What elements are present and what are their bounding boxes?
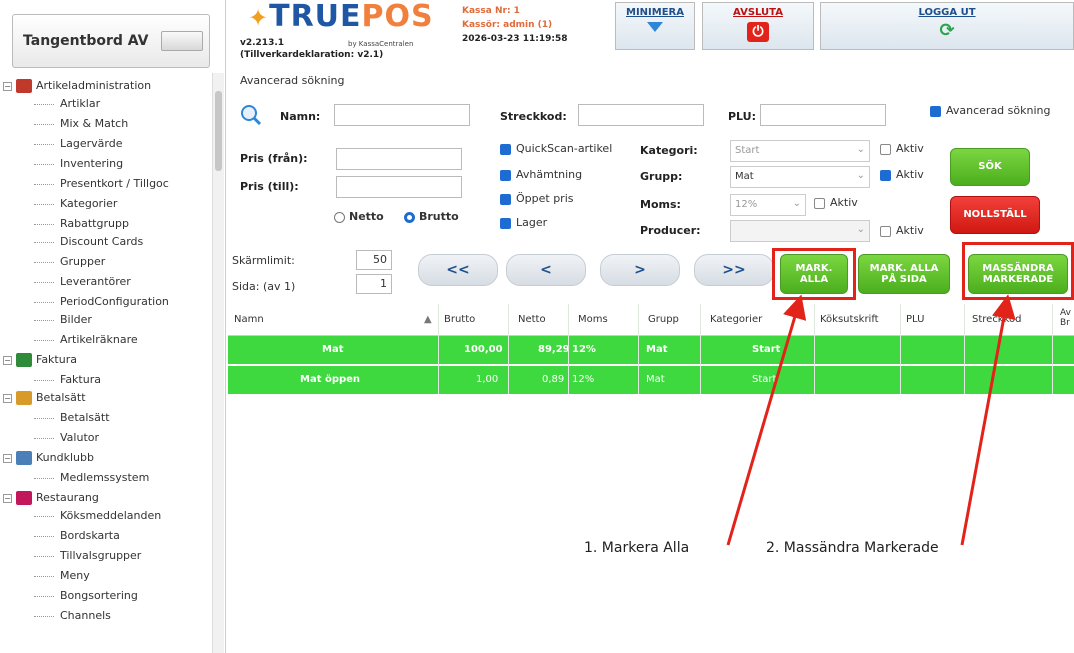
annotation-arrows bbox=[726, 294, 1016, 546]
arrow-to-mass-edit bbox=[960, 294, 1016, 546]
arrow-to-mark-all bbox=[726, 294, 807, 546]
app-root: Tangentbord AV − Artikeladministration Ar… bbox=[0, 0, 1074, 653]
